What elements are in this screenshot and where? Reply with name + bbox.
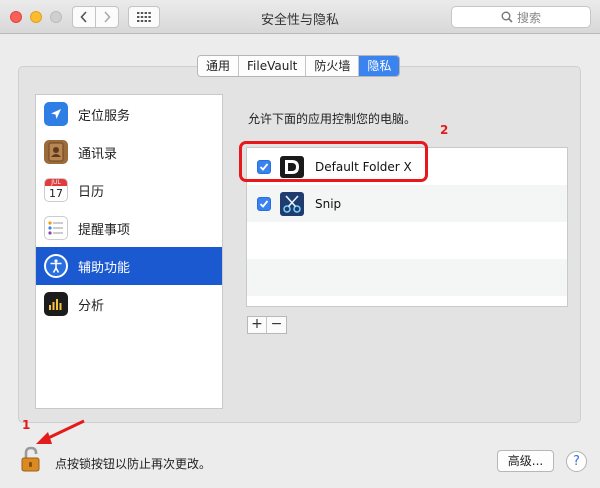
apps-description: 允许下面的应用控制您的电脑。	[248, 112, 417, 126]
annotation-marker-1: 1	[22, 418, 31, 432]
sidebar-item-accessibility[interactable]: 辅助功能	[36, 247, 222, 285]
annotation-marker-2: 2	[440, 123, 449, 137]
help-button[interactable]: ?	[566, 451, 587, 472]
calendar-icon: JUL 17	[44, 178, 68, 202]
tab-filevault[interactable]: FileVault	[239, 56, 307, 76]
annotation-highlight-box	[239, 141, 428, 182]
advanced-button[interactable]: 高级...	[497, 450, 554, 472]
search-icon	[501, 11, 513, 23]
title-bar: 安全性与隐私 搜索	[0, 0, 600, 34]
location-arrow-icon	[44, 102, 68, 126]
accessibility-icon	[44, 254, 68, 278]
list-item-empty	[247, 259, 567, 296]
app-name: Snip	[315, 196, 342, 211]
sidebar-item-label: 通讯录	[78, 146, 118, 162]
calendar-day: 17	[49, 187, 63, 200]
app-row-snip[interactable]: Snip	[247, 185, 567, 222]
sidebar-item-contacts[interactable]: 通讯录	[36, 133, 222, 171]
tab-general[interactable]: 通用	[198, 56, 240, 76]
analytics-icon	[44, 292, 68, 316]
search-input[interactable]: 搜索	[451, 6, 591, 28]
reminders-icon	[44, 216, 68, 240]
tab-firewall[interactable]: 防火墙	[306, 56, 360, 76]
tab-privacy[interactable]: 隐私	[359, 56, 400, 76]
sidebar-item-label: 日历	[78, 184, 105, 200]
sidebar-item-reminders[interactable]: 提醒事项	[36, 209, 222, 247]
contacts-book-icon	[44, 140, 68, 164]
calendar-month: JUL	[45, 179, 67, 186]
privacy-category-list: 定位服务 通讯录 JUL 17 日历 提醒事项 辅助功能 分析	[35, 94, 223, 409]
app-checkbox[interactable]	[257, 196, 271, 211]
search-placeholder: 搜索	[516, 10, 541, 25]
snip-scissors-icon	[279, 191, 305, 217]
checkmark-icon	[259, 199, 269, 208]
tab-bar: 通用 FileVault 防火墙 隐私	[197, 55, 401, 77]
lock-open-icon[interactable]	[21, 446, 43, 472]
sidebar-item-label: 提醒事项	[78, 222, 131, 238]
sidebar-item-analytics[interactable]: 分析	[36, 285, 222, 323]
annotation-arrow-icon	[36, 419, 85, 444]
sidebar-item-label: 辅助功能	[78, 260, 131, 276]
add-remove-control: + −	[247, 316, 287, 334]
sidebar-item-label: 定位服务	[78, 108, 131, 124]
add-app-button[interactable]: +	[248, 317, 267, 333]
remove-app-button[interactable]: −	[267, 317, 286, 333]
list-item-empty	[247, 222, 567, 259]
sidebar-item-calendar[interactable]: JUL 17 日历	[36, 171, 222, 209]
sidebar-item-label: 分析	[78, 298, 105, 314]
sidebar-item-location-services[interactable]: 定位服务	[36, 95, 222, 133]
lock-hint-text: 点按锁按钮以防止再次更改。	[55, 457, 212, 471]
